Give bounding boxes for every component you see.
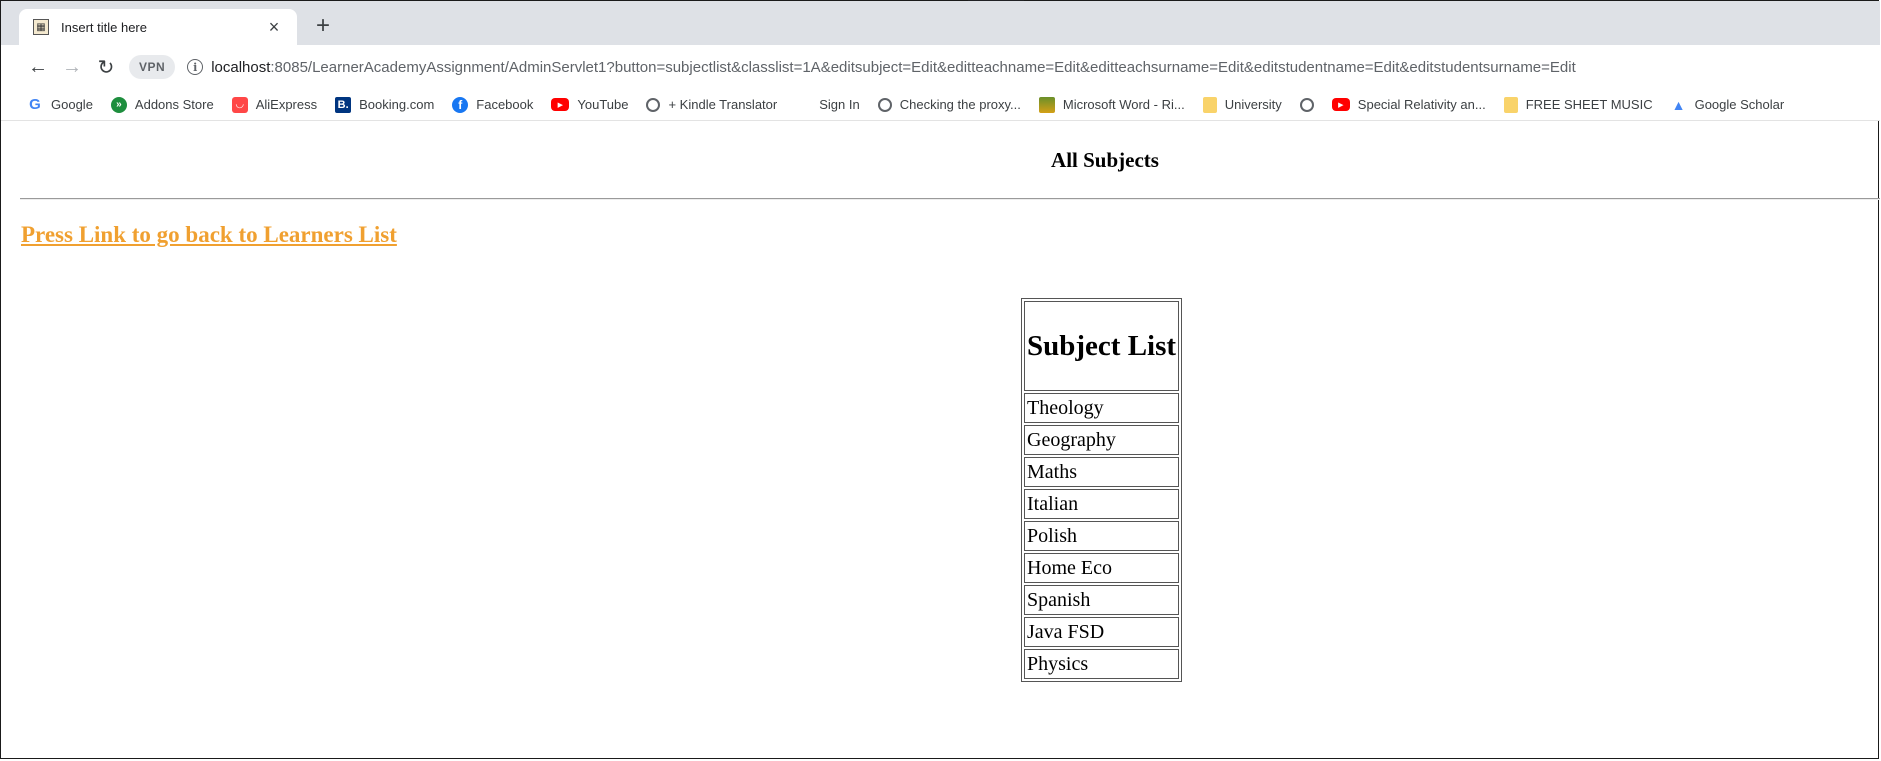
bookmark-label: Addons Store [134, 97, 214, 112]
page-title: All Subjects [1051, 148, 1159, 172]
table-row: Maths [1024, 457, 1180, 487]
bookmarks-bar: G Google » Addons Store ◡ AliExpress B. … [1, 89, 1880, 121]
bookmark-youtube[interactable]: ▶ YouTube [551, 97, 628, 112]
folder-icon [1202, 96, 1217, 113]
facebook-icon: f [452, 96, 469, 113]
table-row: Polish [1024, 521, 1180, 551]
bookmark-label: YouTube [577, 97, 629, 112]
bookmark-free-sheet-music[interactable]: FREE SHEET MUSIC [1503, 96, 1653, 113]
url-host: localhost [211, 58, 271, 76]
table-row: Home Eco [1024, 553, 1180, 583]
bookmark-label: Microsoft Word - Ri... [1062, 97, 1185, 112]
bookmark-special-relativity[interactable]: ▶ Special Relativity an... [1331, 97, 1486, 112]
bookmark-label: Facebook [476, 97, 534, 112]
bookmark-label: FREE SHEET MUSIC [1525, 97, 1653, 112]
table-row: Spanish [1024, 585, 1180, 615]
bookmark-label: Special Relativity an... [1357, 97, 1486, 112]
scholar-icon: ▲ [1671, 96, 1686, 113]
bookmark-booking[interactable]: B. Booking.com [335, 96, 435, 113]
folder-icon [1503, 96, 1518, 113]
globe-icon [1299, 97, 1314, 112]
browser-toolbar: ← → ↻ VPN i localhost:8085/LearnerAcadem… [1, 45, 1880, 89]
bookmark-facebook[interactable]: f Facebook [452, 96, 534, 113]
table-header: Subject List [1024, 301, 1180, 391]
bookmark-label: Google [51, 97, 93, 112]
table-row: Geography [1024, 425, 1180, 455]
address-bar[interactable]: localhost:8085/LearnerAcademyAssignment/… [211, 59, 1576, 76]
table-row: Theology [1024, 393, 1180, 423]
table-row: Physics [1024, 649, 1180, 679]
reload-icon[interactable]: ↻ [89, 50, 123, 84]
bookmark-label: Booking.com [359, 97, 435, 112]
tab-strip: ▦ Insert title here × + [1, 1, 1880, 45]
microsoft-icon [795, 97, 811, 113]
addons-store-icon: » [110, 96, 127, 113]
new-tab-button[interactable]: + [309, 13, 337, 41]
tab-close-icon[interactable]: × [265, 17, 283, 38]
aliexpress-icon: ◡ [231, 96, 248, 113]
youtube-icon: ▶ [1331, 98, 1350, 111]
tab-title: Insert title here [61, 19, 147, 35]
subject-table: Subject List Theology Geography Maths It… [1021, 298, 1183, 682]
globe-icon [646, 97, 661, 112]
bookmark-label: Google Scholar [1694, 97, 1785, 112]
forward-arrow-icon[interactable]: → [55, 50, 89, 84]
bookmark-aliexpress[interactable]: ◡ AliExpress [231, 96, 318, 113]
table-row: Italian [1024, 489, 1180, 519]
table-row: Java FSD [1024, 617, 1180, 647]
tab-active[interactable]: ▦ Insert title here × [19, 9, 297, 45]
bookmark-label: Sign In [819, 97, 860, 112]
bookmark-globe[interactable] [1299, 97, 1322, 112]
bookmark-addons-store[interactable]: » Addons Store [110, 96, 214, 113]
bookmark-google-scholar[interactable]: ▲ Google Scholar [1671, 97, 1785, 113]
bookmark-label: + Kindle Translator [668, 97, 778, 112]
word-doc-icon [1038, 96, 1055, 113]
bookmark-microsoft-word[interactable]: Microsoft Word - Ri... [1038, 96, 1185, 113]
bookmark-label: Checking the proxy... [899, 97, 1021, 112]
bookmark-checking-proxy[interactable]: Checking the proxy... [877, 97, 1021, 112]
booking-icon: B. [335, 96, 352, 113]
back-arrow-icon[interactable]: ← [21, 50, 55, 84]
bookmark-university[interactable]: University [1202, 96, 1282, 113]
vpn-badge[interactable]: VPN [129, 55, 176, 79]
page-favicon-icon: ▦ [33, 19, 49, 35]
bookmark-label: AliExpress [255, 97, 318, 112]
bookmark-label: University [1224, 97, 1282, 112]
site-info-icon[interactable]: i [187, 59, 204, 75]
bookmark-sign-in[interactable]: Sign In [795, 97, 859, 113]
bookmark-google[interactable]: G Google [27, 96, 93, 113]
youtube-icon: ▶ [551, 98, 570, 111]
bookmark-kindle-translator[interactable]: + Kindle Translator [646, 97, 777, 112]
horizontal-rule [20, 198, 1880, 200]
url-path: :8085/LearnerAcademyAssignment/AdminServ… [270, 58, 1576, 76]
globe-icon [877, 97, 892, 112]
back-to-learners-link[interactable]: Press Link to go back to Learners List [21, 222, 397, 248]
google-icon: G [29, 96, 41, 113]
